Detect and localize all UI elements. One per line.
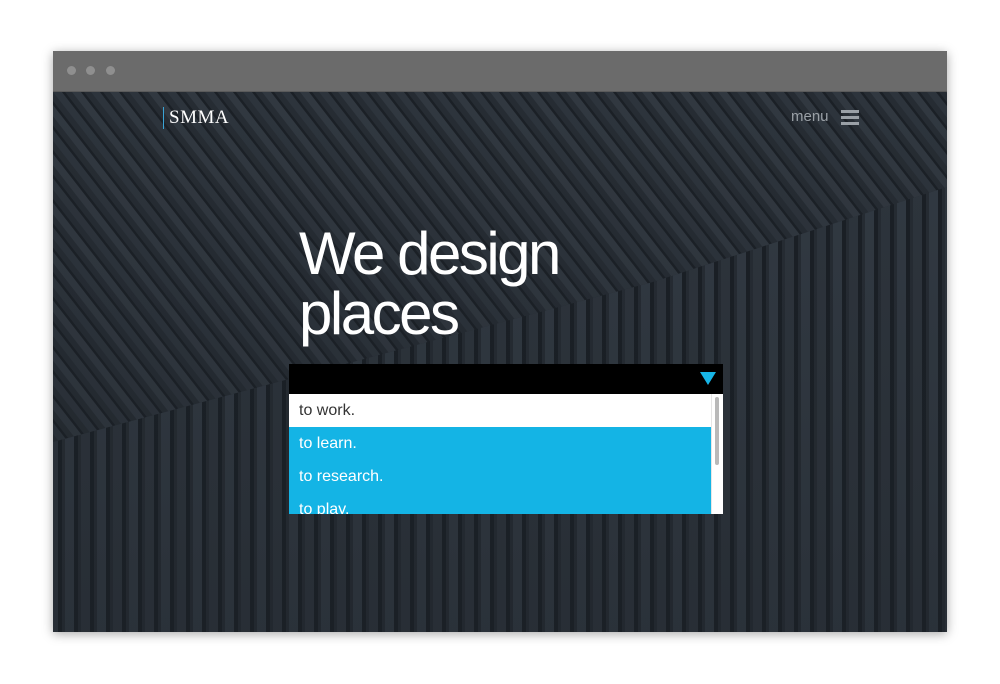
site-logo[interactable]: SMMA (163, 107, 229, 129)
hero-headline: We design places (299, 224, 739, 344)
architectural-slats-background (53, 92, 947, 632)
dropdown-option-to-work[interactable]: to work. (289, 394, 712, 427)
page-viewport: SMMA menu We design places to work. to l… (53, 92, 947, 632)
dropdown-option-to-research[interactable]: to research. (289, 460, 712, 493)
window-dot-2[interactable] (86, 66, 95, 75)
scrollbar-thumb[interactable] (715, 397, 719, 465)
purpose-dropdown-list[interactable]: to work. to learn. to research. to play. (289, 394, 723, 514)
purpose-select[interactable] (289, 364, 723, 394)
headline-line-1: We design (299, 220, 561, 287)
headline-line-2: places (299, 280, 460, 347)
window-dot-3[interactable] (106, 66, 115, 75)
browser-window: SMMA menu We design places to work. to l… (53, 51, 947, 632)
menu-button[interactable]: menu (791, 108, 859, 126)
window-dot-1[interactable] (67, 66, 76, 75)
dropdown-option-to-play[interactable]: to play. (289, 493, 712, 514)
menu-label: menu (791, 108, 829, 125)
hamburger-icon (840, 109, 859, 125)
dropdown-option-to-learn[interactable]: to learn. (289, 427, 712, 460)
chevron-down-icon[interactable] (700, 372, 716, 385)
logo-text: SMMA (169, 107, 230, 128)
browser-chrome-bar (53, 51, 947, 92)
dropdown-scrollbar[interactable] (711, 394, 723, 514)
